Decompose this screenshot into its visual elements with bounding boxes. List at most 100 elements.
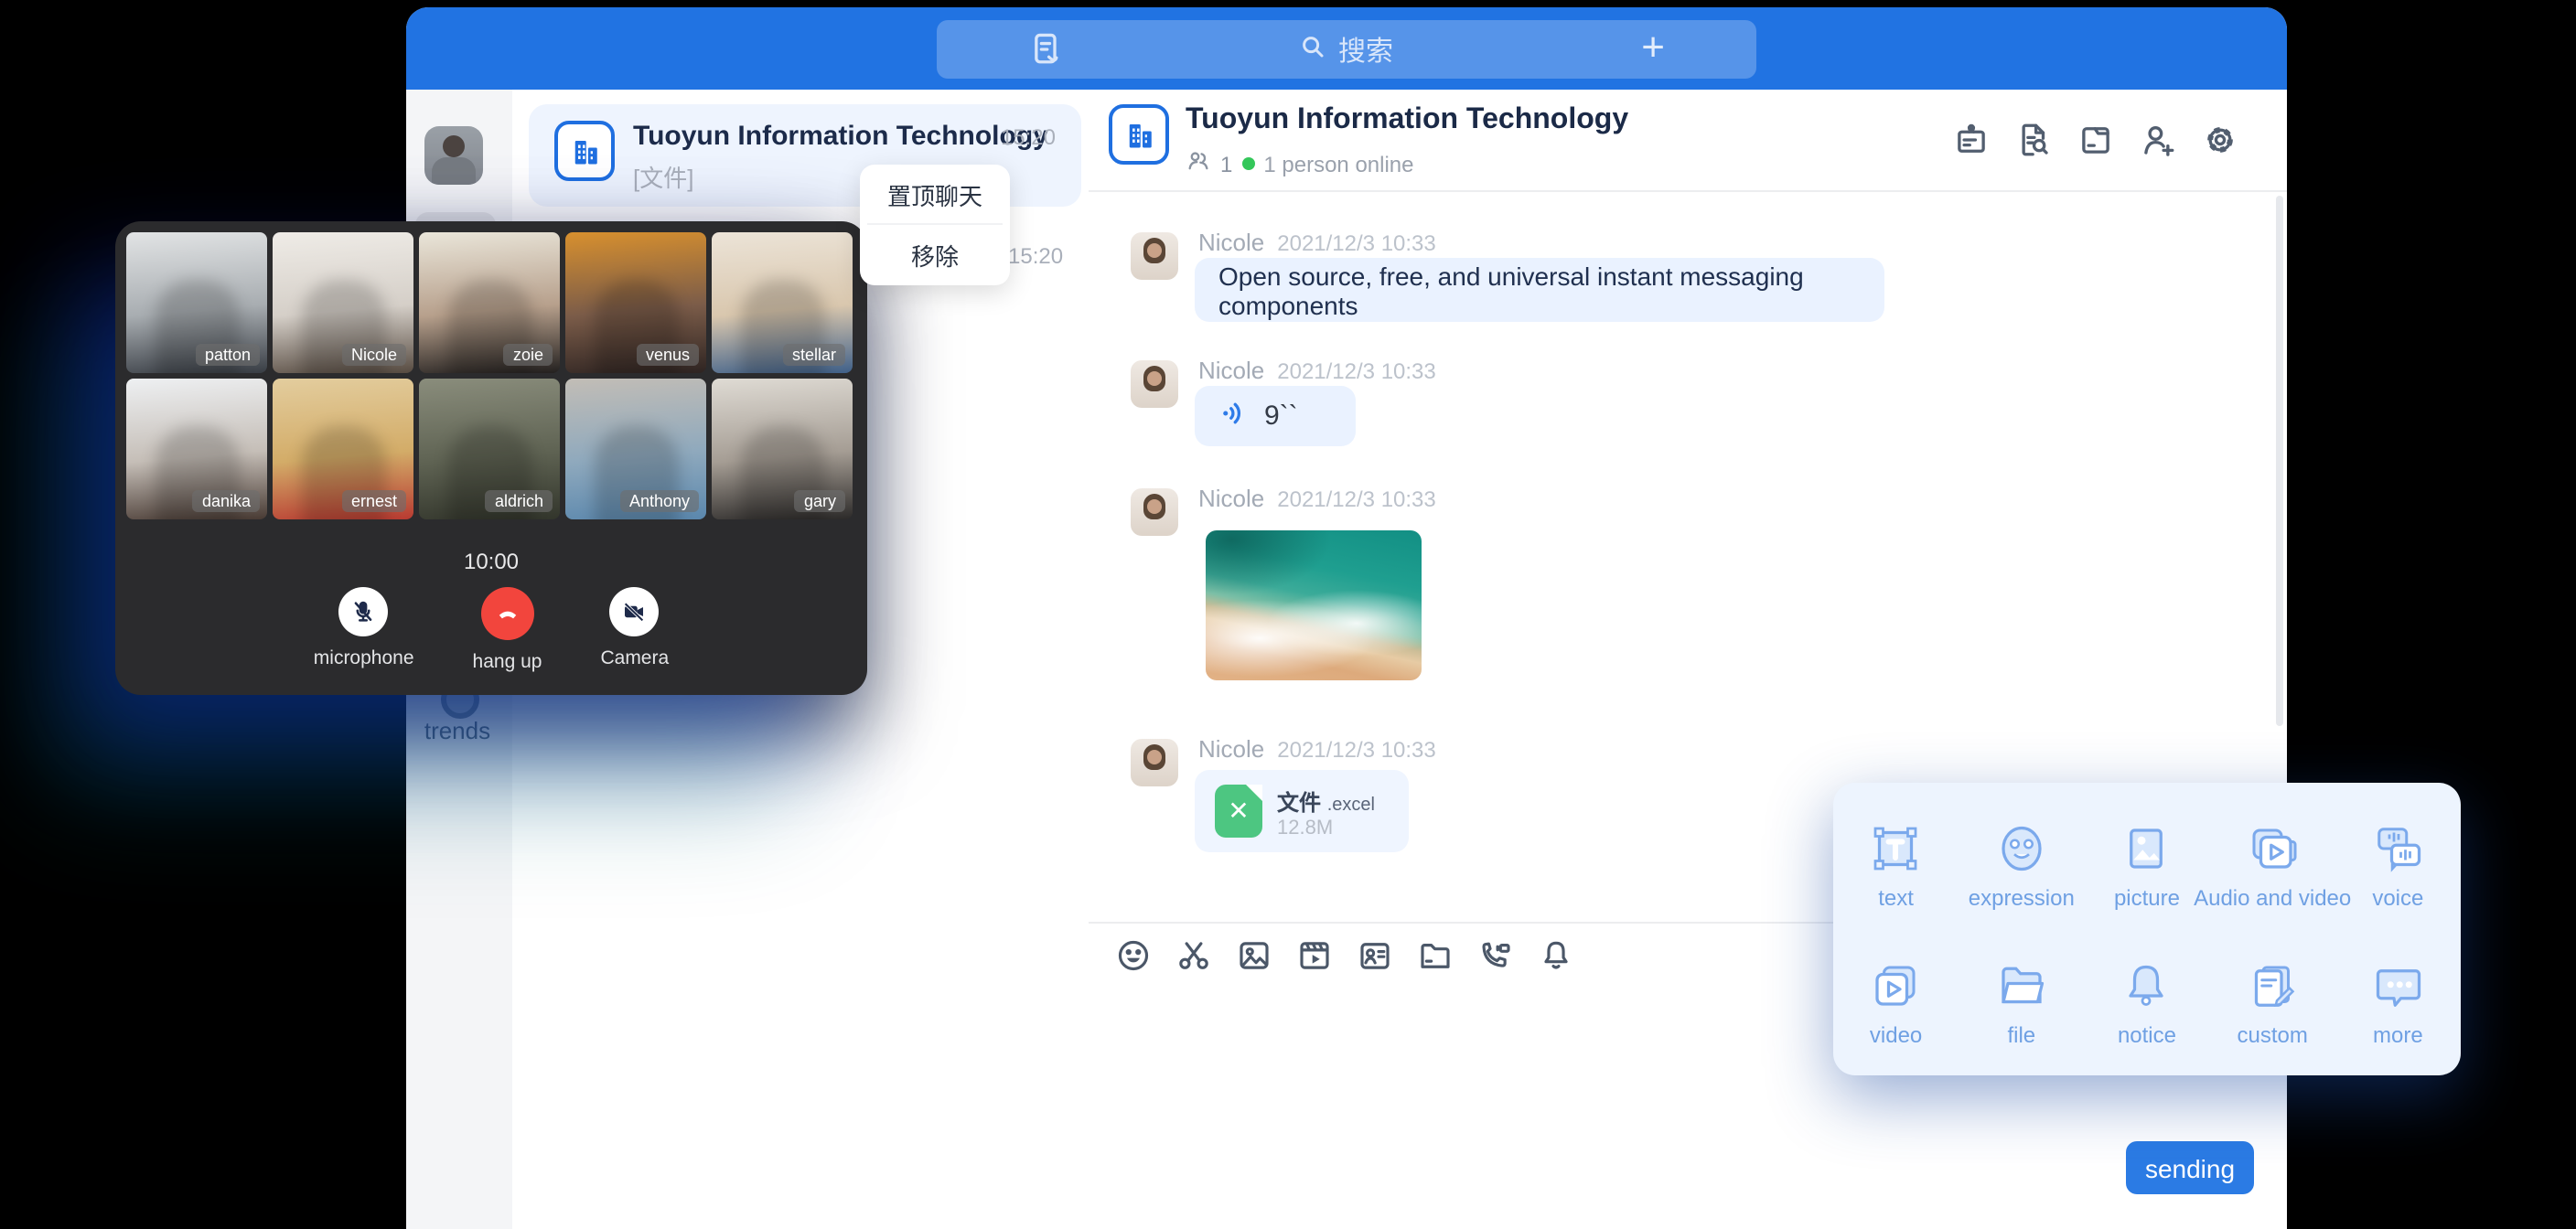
picture-icon (2120, 820, 2174, 875)
self-avatar[interactable] (424, 126, 483, 185)
camera-button[interactable]: Camera (600, 587, 669, 673)
message-meta: Nicole2021/12/3 10:33 (1198, 357, 1436, 384)
menu-item-pin-chat[interactable]: 置顶聊天 (860, 165, 1010, 223)
online-dot (1241, 157, 1254, 170)
group-avatar (1109, 104, 1169, 165)
top-bar: 搜索 + (406, 7, 2287, 90)
popup-item-picture[interactable]: picture (2084, 801, 2209, 929)
search-placeholder: 搜索 (1338, 30, 1393, 69)
member-count: 1 (1220, 151, 1232, 176)
excel-file-icon (1215, 785, 1262, 838)
sender-avatar[interactable] (1131, 360, 1178, 408)
popup-item-custom[interactable]: custom (2210, 938, 2335, 1066)
microphone-muted-icon (339, 587, 389, 636)
popup-item-voice[interactable]: voice (2335, 801, 2461, 929)
popup-item-more[interactable]: more (2335, 938, 2461, 1066)
video-icon (1869, 957, 1924, 1012)
files-icon[interactable] (2077, 121, 2115, 159)
expression-icon (1994, 820, 2049, 875)
send-button[interactable]: sending (2126, 1141, 2254, 1194)
group-avatar (554, 121, 615, 181)
composer-toolbar (1114, 936, 1575, 975)
menu-item-remove[interactable]: 移除 (860, 225, 1010, 283)
hang-up-icon (481, 587, 534, 640)
contact-card-icon[interactable] (1356, 936, 1394, 975)
chat-title: Tuoyun Information Technology (1186, 104, 1628, 137)
popup-item-text[interactable]: text (1833, 801, 1959, 929)
chat-header-actions (1952, 121, 2239, 159)
file-name: 文件 .excel (1277, 786, 1375, 818)
message-meta: Nicole2021/12/3 10:33 (1198, 735, 1436, 763)
participant-tile[interactable]: ernest (273, 379, 413, 519)
message-meta: Nicole2021/12/3 10:33 (1198, 229, 1436, 256)
participant-tile[interactable]: Anthony (565, 379, 706, 519)
file-folder-icon (1994, 957, 2049, 1012)
members-icon (1186, 148, 1211, 179)
conversation-title: Tuoyun Information Technology (633, 121, 1048, 152)
message-type-popup: text expression picture (1833, 783, 2461, 1075)
search-history-icon[interactable] (2014, 121, 2053, 159)
popup-item-audio-video[interactable]: Audio and video (2210, 801, 2335, 929)
participant-tile[interactable]: aldrich (419, 379, 560, 519)
participant-tile[interactable]: zoie (419, 232, 560, 373)
popup-item-video[interactable]: video (1833, 938, 1959, 1066)
folder-icon[interactable] (1416, 936, 1454, 975)
video-call-panel: patton Nicole zoie venus stellar danika … (115, 221, 867, 695)
search-bar[interactable]: 搜索 + (937, 20, 1756, 79)
participant-tile[interactable]: danika (126, 379, 267, 519)
audio-wave-icon (1217, 396, 1250, 436)
popup-item-expression[interactable]: expression (1959, 801, 2084, 929)
camera-off-icon (610, 587, 660, 636)
participant-tile[interactable]: patton (126, 232, 267, 373)
audio-message-bubble[interactable]: 9`` (1195, 386, 1356, 446)
conversation-time: 15:20 (1008, 243, 1063, 269)
screenshot-scissors-icon[interactable] (1175, 936, 1213, 975)
custom-edit-icon (2245, 957, 2300, 1012)
participant-tile[interactable]: gary (712, 379, 853, 519)
call-timer: 10:00 (115, 549, 867, 574)
voice-icon (2370, 820, 2425, 875)
search-field[interactable]: 搜索 (937, 20, 1756, 79)
add-member-icon[interactable] (2139, 121, 2177, 159)
video-clip-icon[interactable] (1295, 936, 1334, 975)
settings-gear-icon[interactable] (2201, 121, 2239, 159)
participant-tile[interactable]: venus (565, 232, 706, 373)
notification-bell-icon[interactable] (1537, 936, 1575, 975)
hang-up-button[interactable]: hang up (473, 587, 542, 673)
file-size: 12.8M (1277, 818, 1333, 839)
sender-avatar[interactable] (1131, 488, 1178, 536)
text-message-bubble[interactable]: Open source, free, and universal instant… (1195, 258, 1884, 322)
file-message-bubble[interactable]: 文件 .excel 12.8M (1195, 770, 1409, 852)
image-icon[interactable] (1235, 936, 1273, 975)
participant-tile[interactable]: stellar (712, 232, 853, 373)
online-status: 1 person online (1263, 151, 1413, 176)
pinned-board-icon[interactable] (1952, 121, 1991, 159)
microphone-button[interactable]: microphone (314, 587, 414, 673)
popup-item-file[interactable]: file (1959, 938, 2084, 1066)
sender-avatar[interactable] (1131, 232, 1178, 280)
chat-subtitle: 1 1 person online (1186, 148, 1414, 179)
text-icon (1869, 820, 1924, 875)
call-controls: microphone hang up (115, 587, 867, 673)
audio-video-icon (2245, 820, 2300, 875)
notice-bell-icon (2120, 957, 2174, 1012)
conversation-preview: [文件] (633, 159, 693, 194)
trends-label: trends (410, 717, 505, 744)
more-icon (2370, 957, 2425, 1012)
chat-header: Tuoyun Information Technology 1 1 person… (1089, 90, 2287, 192)
audio-duration: 9`` (1264, 401, 1298, 432)
search-icon (1300, 32, 1327, 67)
video-call-icon[interactable] (1476, 936, 1515, 975)
participant-grid: patton Nicole zoie venus stellar danika … (126, 232, 856, 519)
desktop-background: 搜索 + (0, 0, 2576, 1229)
popup-item-notice[interactable]: notice (2084, 938, 2209, 1066)
scrollbar[interactable] (2276, 196, 2283, 726)
conversation-context-menu: 置顶聊天 移除 (860, 165, 1010, 285)
message-meta: Nicole2021/12/3 10:33 (1198, 485, 1436, 512)
add-button[interactable]: + (1641, 27, 1665, 68)
image-message-beach-photo[interactable] (1206, 530, 1422, 680)
sender-avatar[interactable] (1131, 739, 1178, 786)
participant-tile[interactable]: Nicole (273, 232, 413, 373)
conversation-time: 15:20 (1001, 124, 1056, 150)
emoji-icon[interactable] (1114, 936, 1153, 975)
